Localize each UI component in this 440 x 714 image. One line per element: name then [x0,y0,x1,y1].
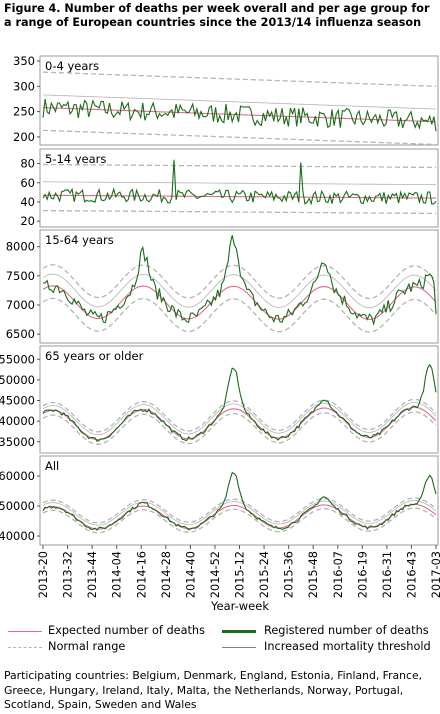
x-tick-label: 2015-36 [283,551,296,598]
x-tick-label: 2016-07 [332,551,345,598]
x-tick-label: 2015-24 [258,551,271,598]
y-tick-label: 55000 [0,352,35,366]
legend-label-threshold: Increased mortality threshold [264,640,431,653]
y-tick-label: 35000 [0,435,35,449]
y-tick-label: 80 [20,157,35,171]
panel-label: 5-14 years [45,152,106,166]
x-tick-label: 2013-44 [86,551,99,598]
legend-label-registered: Registered number of deaths [264,624,429,637]
panel-label: All [45,459,59,473]
x-tick-label: 2014-40 [184,551,197,598]
y-tick-label: 8000 [6,240,35,254]
legend-swatch-expected [8,631,42,632]
y-tick-label: 20 [20,214,35,228]
panel-frame [39,55,439,146]
x-tick-label: 2014-52 [209,551,222,598]
y-tick-label: 40000 [0,529,35,543]
x-tick-label: 2014-16 [135,551,148,598]
x-tick-label: 2013-32 [62,551,75,598]
x-tick-label: 2014-28 [160,551,173,598]
y-tick-label: 50000 [0,373,35,387]
y-tick-label: 60 [20,176,35,190]
y-tick-label: 45000 [0,394,35,408]
y-tick-label: 300 [13,79,35,93]
y-tick-label: 350 [13,54,35,68]
x-tick-label: 2015-12 [234,551,247,598]
y-tick-label: 200 [13,130,35,144]
y-tick-label: 60000 [0,469,35,483]
panel-label: 65 years or older [45,349,144,363]
y-tick-label: 7500 [6,269,35,283]
panel-frame [39,455,439,546]
mortality-chart: 200 250 300 350 0-4 years 20 40 60 80 5-14 years 6… [0,54,440,613]
footnote: Participating countries: Belgium, Denmar… [4,669,423,711]
legend-swatch-registered [222,630,256,633]
y-tick-label: 7000 [6,298,35,312]
legend-swatch-normal-range [8,647,42,648]
y-tick-label: 250 [13,105,35,119]
legend-label-normal-range: Normal range [48,640,126,653]
legend-swatch-threshold [222,647,256,648]
y-tick-label: 40000 [0,414,35,428]
y-tick-label: 6500 [6,327,35,341]
x-tick-label: 2017-03 [430,551,440,598]
legend-label-expected: Expected number of deaths [48,624,205,637]
y-tick-label: 50000 [0,499,35,513]
x-tick-label: 2015-48 [307,551,320,598]
x-tick-label: 2016-19 [356,551,369,598]
x-tick-label: 2014-04 [111,551,124,598]
x-tick-label: 2016-31 [381,551,394,598]
x-axis-label: Year-week [210,599,269,613]
x-tick-label: 2013-20 [37,551,50,598]
x-tick-label: 2016-43 [405,551,418,598]
panel-label: 15-64 years [45,233,114,247]
y-tick-label: 40 [20,195,35,209]
panel-label: 0-4 years [45,59,99,73]
